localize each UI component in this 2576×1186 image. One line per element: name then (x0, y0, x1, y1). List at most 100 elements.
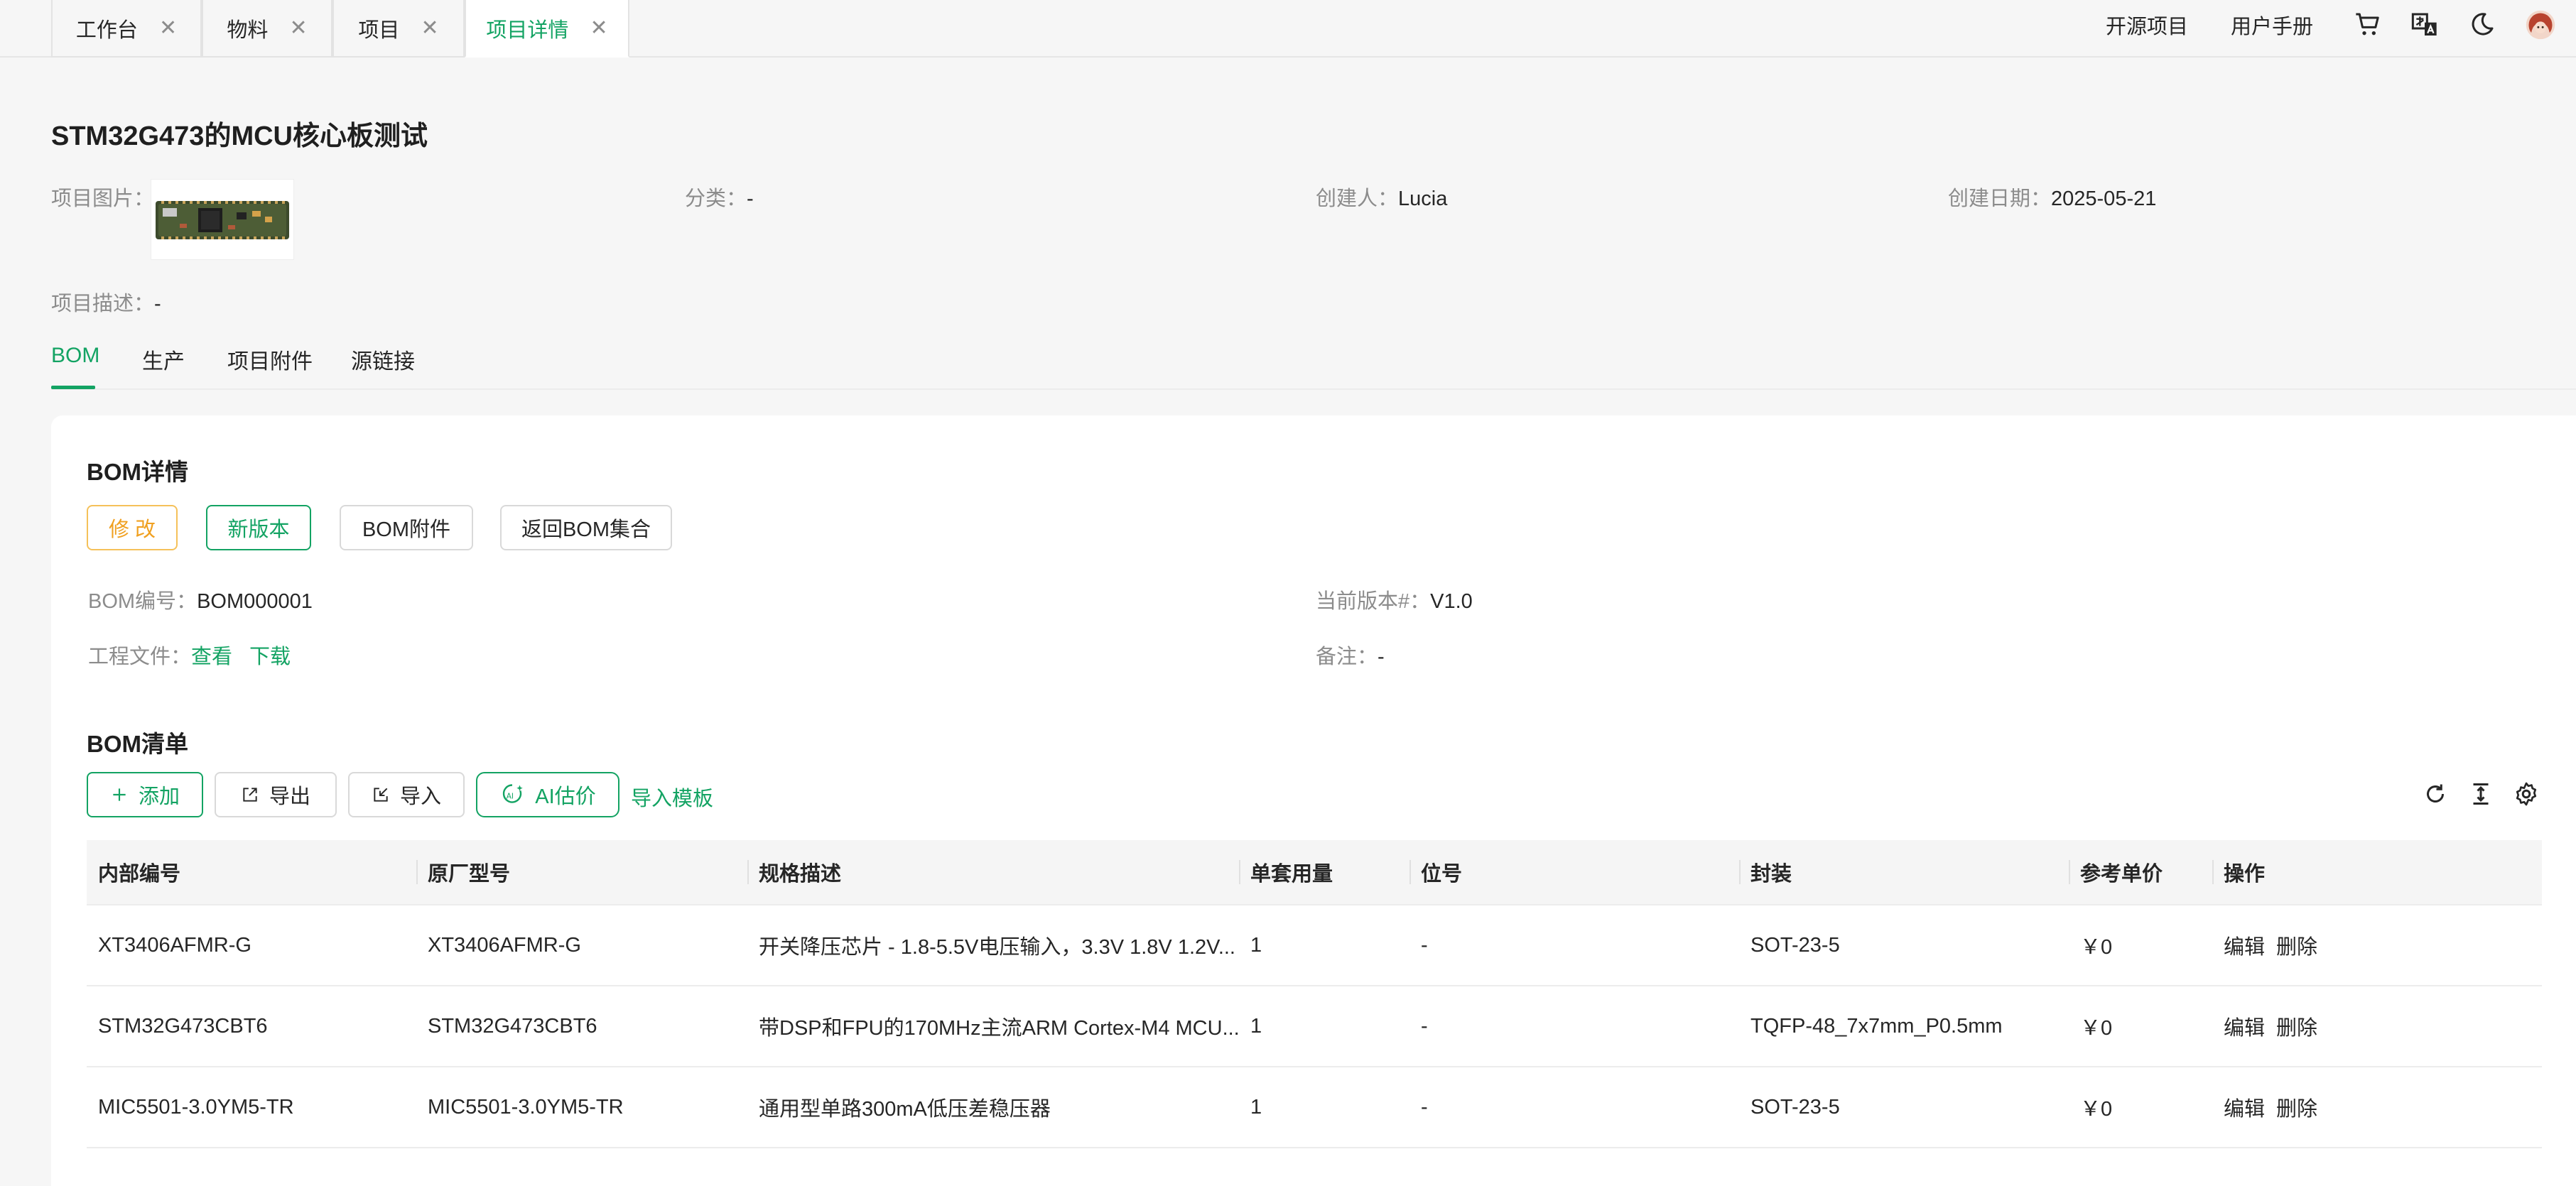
internal-code-link[interactable]: XT3406AFMR-G (98, 905, 251, 985)
settings-gear-icon[interactable] (2513, 781, 2539, 807)
ref-designator-cell: - (1421, 933, 1428, 957)
bom-list-title: BOM清单 (87, 731, 188, 757)
tab-workbench[interactable]: 工作台 ✕ (51, 0, 202, 58)
close-icon[interactable]: ✕ (421, 16, 438, 40)
export-label: 导出 (269, 785, 310, 808)
close-icon[interactable]: ✕ (590, 16, 607, 40)
bom-attachments-button[interactable]: BOM附件 (340, 505, 473, 550)
ai-icon: AI (499, 782, 525, 807)
subtab-attachments[interactable]: 项目附件 (227, 344, 313, 375)
remark-value: - (1378, 646, 1385, 668)
col-ref-designator: 位号 (1421, 863, 1463, 886)
dark-mode-icon[interactable] (2467, 11, 2496, 39)
tab-project-detail[interactable]: 项目详情 ✕ (465, 0, 629, 58)
back-to-bom-set-button[interactable]: 返回BOM集合 (500, 505, 672, 550)
col-actions: 操作 (2224, 863, 2266, 886)
bom-code-field: BOM编号：BOM000001 (88, 584, 313, 614)
user-manual-link[interactable]: 用户手册 (2231, 0, 2313, 50)
spec-cell: 带DSP和FPU的170MHz主流ARM Cortex-M4 MCU... (759, 1017, 1239, 1040)
project-image-label: 项目图片： (51, 187, 155, 210)
column-divider (2212, 860, 2214, 884)
column-divider (416, 860, 418, 884)
row-density-icon[interactable] (2468, 781, 2494, 807)
tab-projects[interactable]: 项目 ✕ (332, 0, 465, 58)
import-button[interactable]: 导入 (348, 772, 465, 817)
bom-detail-title: BOM详情 (87, 459, 188, 485)
bom-code-label: BOM编号： (88, 590, 197, 613)
mfr-model-cell: MIC5501-3.0YM5-TR (428, 1095, 624, 1119)
description-label: 项目描述： (51, 293, 155, 315)
current-version-field: 当前版本#：V1.0 (1316, 584, 1473, 614)
column-divider (2069, 860, 2070, 884)
col-package: 封装 (1750, 863, 1792, 886)
remark-field: 备注：- (1316, 640, 1385, 670)
pcb-board-image (151, 180, 293, 259)
column-divider (1739, 860, 1741, 884)
table-row: MIC5501-3.0YM5-TR MIC5501-3.0YM5-TR 通用型单… (87, 1067, 2542, 1148)
tab-label: 项目详情 (486, 18, 569, 42)
created-date-label: 创建日期： (1948, 187, 2052, 210)
edit-row-link[interactable]: 编辑 (2224, 986, 2265, 1066)
edit-button[interactable]: 修 改 (87, 505, 178, 550)
add-button[interactable]: 添加 (87, 772, 203, 817)
subtab-bom[interactable]: BOM (51, 344, 99, 368)
close-icon[interactable]: ✕ (159, 16, 177, 40)
download-files-link[interactable]: 下载 (249, 646, 291, 668)
spec-cell: 通用型单路300mA低压差稳压器 (759, 1098, 1051, 1121)
current-version-label: 当前版本#： (1316, 590, 1431, 613)
project-files-field: 工程文件：查看 下载 (88, 640, 291, 670)
delete-row-link[interactable]: 删除 (2276, 905, 2317, 985)
tab-label: 物料 (227, 18, 269, 42)
ref-designator-cell: - (1421, 1095, 1428, 1119)
project-thumbnail[interactable] (151, 179, 294, 260)
ai-estimate-button[interactable]: AI AI估价 (476, 772, 619, 817)
col-spec: 规格描述 (759, 863, 842, 886)
export-button[interactable]: 导出 (215, 772, 337, 817)
created-date-value: 2025-05-21 (2051, 187, 2157, 210)
tab-label: 工作台 (75, 18, 138, 42)
mfr-model-cell: XT3406AFMR-G (428, 933, 581, 957)
view-files-link[interactable]: 查看 (191, 646, 232, 668)
category-label: 分类： (685, 187, 747, 210)
qty-cell: 1 (1250, 933, 1262, 957)
open-source-label: 开源项目 (2106, 16, 2189, 38)
qty-cell: 1 (1250, 1095, 1262, 1119)
delete-row-link[interactable]: 删除 (2276, 986, 2317, 1066)
translate-icon[interactable] (2410, 11, 2440, 39)
import-label: 导入 (399, 785, 441, 808)
bom-code-value: BOM000001 (197, 590, 313, 613)
col-ref-price: 参考单价 (2080, 863, 2163, 886)
category-field: 分类：- (685, 182, 754, 212)
refresh-icon[interactable] (2423, 781, 2448, 807)
ref-designator-cell: - (1421, 1014, 1428, 1038)
export-icon (241, 785, 259, 804)
add-label: 添加 (138, 785, 180, 808)
created-date-field: 创建日期：2025-05-21 (1948, 182, 2156, 212)
tab-materials[interactable]: 物料 ✕ (202, 0, 332, 58)
subtab-source-links[interactable]: 源链接 (351, 344, 415, 375)
import-template-link[interactable]: 导入模板 (631, 782, 713, 812)
table-row: STM32G473CBT6 STM32G473CBT6 带DSP和FPU的170… (87, 986, 2542, 1067)
internal-code-link[interactable]: STM32G473CBT6 (98, 986, 268, 1066)
close-icon[interactable]: ✕ (289, 16, 307, 40)
internal-code-link[interactable]: MIC5501-3.0YM5-TR (98, 1067, 294, 1147)
description-value: - (154, 293, 161, 315)
new-version-button[interactable]: 新版本 (206, 505, 311, 550)
cart-icon[interactable] (2353, 11, 2383, 39)
current-version-value: V1.0 (1430, 590, 1473, 613)
edit-row-link[interactable]: 编辑 (2224, 1067, 2265, 1147)
delete-row-link[interactable]: 删除 (2276, 1067, 2317, 1147)
open-source-link[interactable]: 开源项目 (2106, 0, 2188, 50)
subtab-production[interactable]: 生产 (142, 344, 185, 375)
creator-field: 创建人：Lucia (1316, 182, 1447, 212)
package-cell: SOT-23-5 (1750, 1095, 1840, 1119)
avatar[interactable] (2525, 9, 2556, 40)
creator-value: Lucia (1398, 187, 1448, 210)
ref-price-cell: ￥0 (2080, 1098, 2113, 1121)
description-field: 项目描述：- (51, 287, 161, 317)
plus-icon (110, 785, 129, 804)
col-mfr-model: 原厂型号 (428, 863, 511, 886)
edit-row-link[interactable]: 编辑 (2224, 905, 2265, 985)
user-manual-label: 用户手册 (2231, 16, 2314, 38)
top-bar: 工作台 ✕ 物料 ✕ 项目 ✕ 项目详情 ✕ 开源项目 用户手册 (0, 0, 2576, 58)
